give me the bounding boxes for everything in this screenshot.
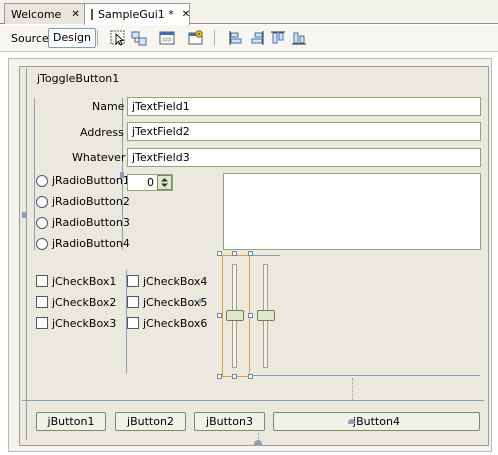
radio-button-1-label[interactable]: jRadioButton1 — [52, 174, 130, 187]
radio-button-4-label[interactable]: jRadioButton4 — [52, 237, 130, 250]
button-2[interactable]: jButton2 — [115, 412, 186, 431]
radio-button-2[interactable] — [36, 196, 48, 208]
resize-handle[interactable] — [217, 374, 222, 379]
align-bottom-icon[interactable] — [291, 30, 307, 46]
anchor-marker — [254, 440, 262, 445]
anchor-marker — [198, 299, 202, 303]
anchor-marker — [120, 172, 124, 178]
design-view-button[interactable]: Design — [48, 28, 96, 48]
resize-handle[interactable] — [248, 251, 253, 256]
toolbar-separator — [214, 30, 215, 46]
checkbox-2[interactable] — [36, 296, 48, 308]
slider-thumb-1[interactable] — [226, 310, 244, 321]
layout-guide — [34, 98, 35, 250]
preview-design-icon[interactable] — [159, 30, 175, 46]
tab-welcome-label: Welcome — [11, 7, 62, 21]
form-file-icon — [91, 9, 93, 20]
radio-button-3-label[interactable]: jRadioButton3 — [52, 216, 130, 229]
spinner-arrows[interactable] — [157, 175, 172, 190]
name-label: Name — [92, 100, 125, 113]
address-text-field[interactable]: jTextField2 — [127, 122, 481, 141]
address-label: Address — [80, 126, 124, 139]
checkbox-4-label[interactable]: jCheckBox4 — [143, 275, 207, 288]
layout-guide — [352, 378, 353, 400]
connection-mode-icon[interactable] — [131, 30, 147, 46]
resize-handle[interactable] — [248, 374, 253, 379]
checkbox-4[interactable] — [127, 275, 139, 287]
button-3[interactable]: jButton3 — [194, 412, 265, 431]
checkbox-3[interactable] — [36, 317, 48, 329]
checkbox-1[interactable] — [36, 275, 48, 287]
radio-button-4[interactable] — [36, 238, 48, 250]
resize-handle[interactable] — [248, 313, 253, 318]
preview-form-icon[interactable] — [188, 30, 204, 46]
layout-guide — [26, 68, 27, 440]
checkbox-3-label[interactable]: jCheckBox3 — [52, 317, 116, 330]
button-1[interactable]: jButton1 — [36, 412, 106, 431]
button-4[interactable]: jButton4 — [273, 412, 480, 431]
align-left-icon[interactable] — [228, 30, 244, 46]
resize-handle[interactable] — [232, 251, 237, 256]
editor-tab-bar: Welcome ✕ SampleGui1 * ✕ — [0, 0, 498, 25]
close-icon[interactable]: ✕ — [71, 9, 79, 20]
toolbar-separator — [97, 30, 98, 46]
slider-thumb-2[interactable] — [257, 310, 275, 321]
resize-handle[interactable] — [232, 374, 237, 379]
chevron-up-down-icon[interactable] — [158, 176, 171, 189]
checkbox-6-label[interactable]: jCheckBox6 — [143, 317, 207, 330]
align-right-icon[interactable] — [249, 30, 265, 46]
anchor-marker — [22, 212, 26, 218]
layout-guide — [22, 400, 484, 401]
align-top-icon[interactable] — [270, 30, 286, 46]
close-icon[interactable]: ✕ — [182, 9, 190, 20]
source-view-button[interactable]: Source — [11, 29, 49, 48]
radio-button-1[interactable] — [36, 175, 48, 187]
resize-handle[interactable] — [217, 313, 222, 318]
checkbox-1-label[interactable]: jCheckBox1 — [52, 275, 116, 288]
name-text-field[interactable]: jTextField1 — [127, 97, 481, 116]
whatever-text-field[interactable]: jTextField3 — [127, 148, 481, 167]
checkbox-2-label[interactable]: jCheckBox2 — [52, 296, 116, 309]
checkbox-6[interactable] — [127, 317, 139, 329]
layout-guide — [250, 375, 480, 376]
layout-guide — [250, 255, 280, 256]
tab-samplegui1[interactable]: SampleGui1 * ✕ — [84, 3, 190, 25]
designer-toolbar: Source Design — [0, 25, 498, 52]
toggle-button[interactable]: jToggleButton1 — [37, 72, 119, 85]
whatever-label: Whatever — [72, 151, 126, 164]
tab-samplegui1-label: SampleGui1 * — [98, 8, 174, 21]
tab-welcome[interactable]: Welcome ✕ — [4, 3, 85, 24]
radio-button-3[interactable] — [36, 217, 48, 229]
selection-mode-icon[interactable] — [110, 30, 126, 46]
checkbox-5[interactable] — [127, 296, 139, 308]
text-area[interactable] — [223, 173, 481, 250]
radio-button-2-label[interactable]: jRadioButton2 — [52, 195, 130, 208]
anchor-marker — [348, 419, 355, 424]
resize-handle[interactable] — [217, 251, 222, 256]
